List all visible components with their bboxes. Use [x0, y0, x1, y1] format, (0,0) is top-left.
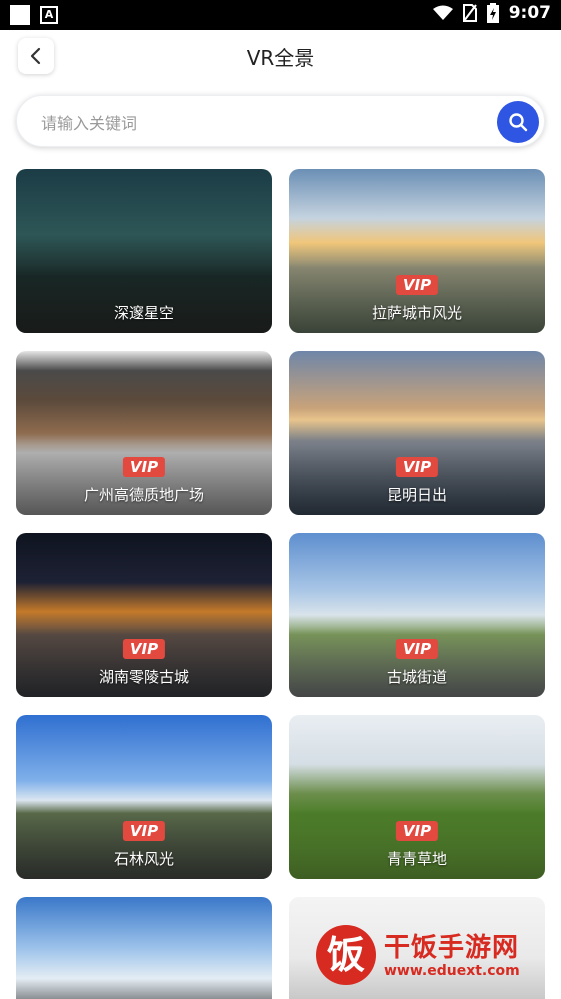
- notification-square-icon: [10, 5, 30, 25]
- status-time: 9:07: [508, 3, 551, 23]
- notification-a-icon: A: [40, 6, 58, 24]
- panorama-card[interactable]: VIP 古城街道: [289, 533, 545, 697]
- search-icon: [509, 113, 528, 132]
- status-bar: A 9:07: [0, 0, 561, 30]
- app-header: VR全景: [0, 30, 561, 88]
- vip-badge: VIP: [395, 457, 439, 477]
- panorama-card[interactable]: VIP 昆明日出: [289, 351, 545, 515]
- panorama-card[interactable]: 深邃星空: [16, 169, 272, 333]
- card-title: 青青草地: [386, 850, 447, 868]
- watermark-title: 干饭手游网: [384, 933, 520, 963]
- no-sim-icon: [462, 4, 477, 22]
- page-title: VR全景: [246, 46, 315, 70]
- watermark-url: www.eduext.com: [384, 963, 520, 979]
- vip-badge: VIP: [122, 639, 166, 659]
- vip-badge: VIP: [395, 821, 439, 841]
- card-image: [16, 897, 272, 999]
- card-title: 石林风光: [113, 850, 174, 868]
- panorama-card[interactable]: VIP 石林风光: [16, 715, 272, 879]
- card-title: 深邃星空: [113, 304, 174, 322]
- panorama-card[interactable]: VIP 青青草地: [289, 715, 545, 879]
- wifi-icon: [432, 5, 453, 20]
- search-bar: [16, 95, 545, 147]
- search-input[interactable]: [39, 108, 483, 138]
- card-title: 湖南零陵古城: [98, 668, 189, 686]
- card-title: 拉萨城市风光: [371, 304, 462, 322]
- card-title: 古城街道: [386, 668, 447, 686]
- panorama-card[interactable]: VIP 拉萨城市风光: [289, 169, 545, 333]
- battery-charging-icon: [486, 3, 499, 23]
- vip-badge: VIP: [395, 275, 439, 295]
- panorama-card[interactable]: VIP 湖南零陵古城: [16, 533, 272, 697]
- panorama-card[interactable]: VIP 广州高德质地广场: [16, 351, 272, 515]
- panorama-card[interactable]: [16, 897, 272, 999]
- watermark-logo-icon: 饭: [316, 925, 376, 985]
- card-title: 昆明日出: [386, 486, 447, 504]
- search-button[interactable]: [497, 101, 539, 143]
- watermark-logo: 饭 干饭手游网 www.eduext.com: [316, 925, 546, 985]
- vip-badge: VIP: [122, 457, 166, 477]
- card-title: 广州高德质地广场: [83, 486, 204, 504]
- vip-badge: VIP: [395, 639, 439, 659]
- vip-badge: VIP: [122, 821, 166, 841]
